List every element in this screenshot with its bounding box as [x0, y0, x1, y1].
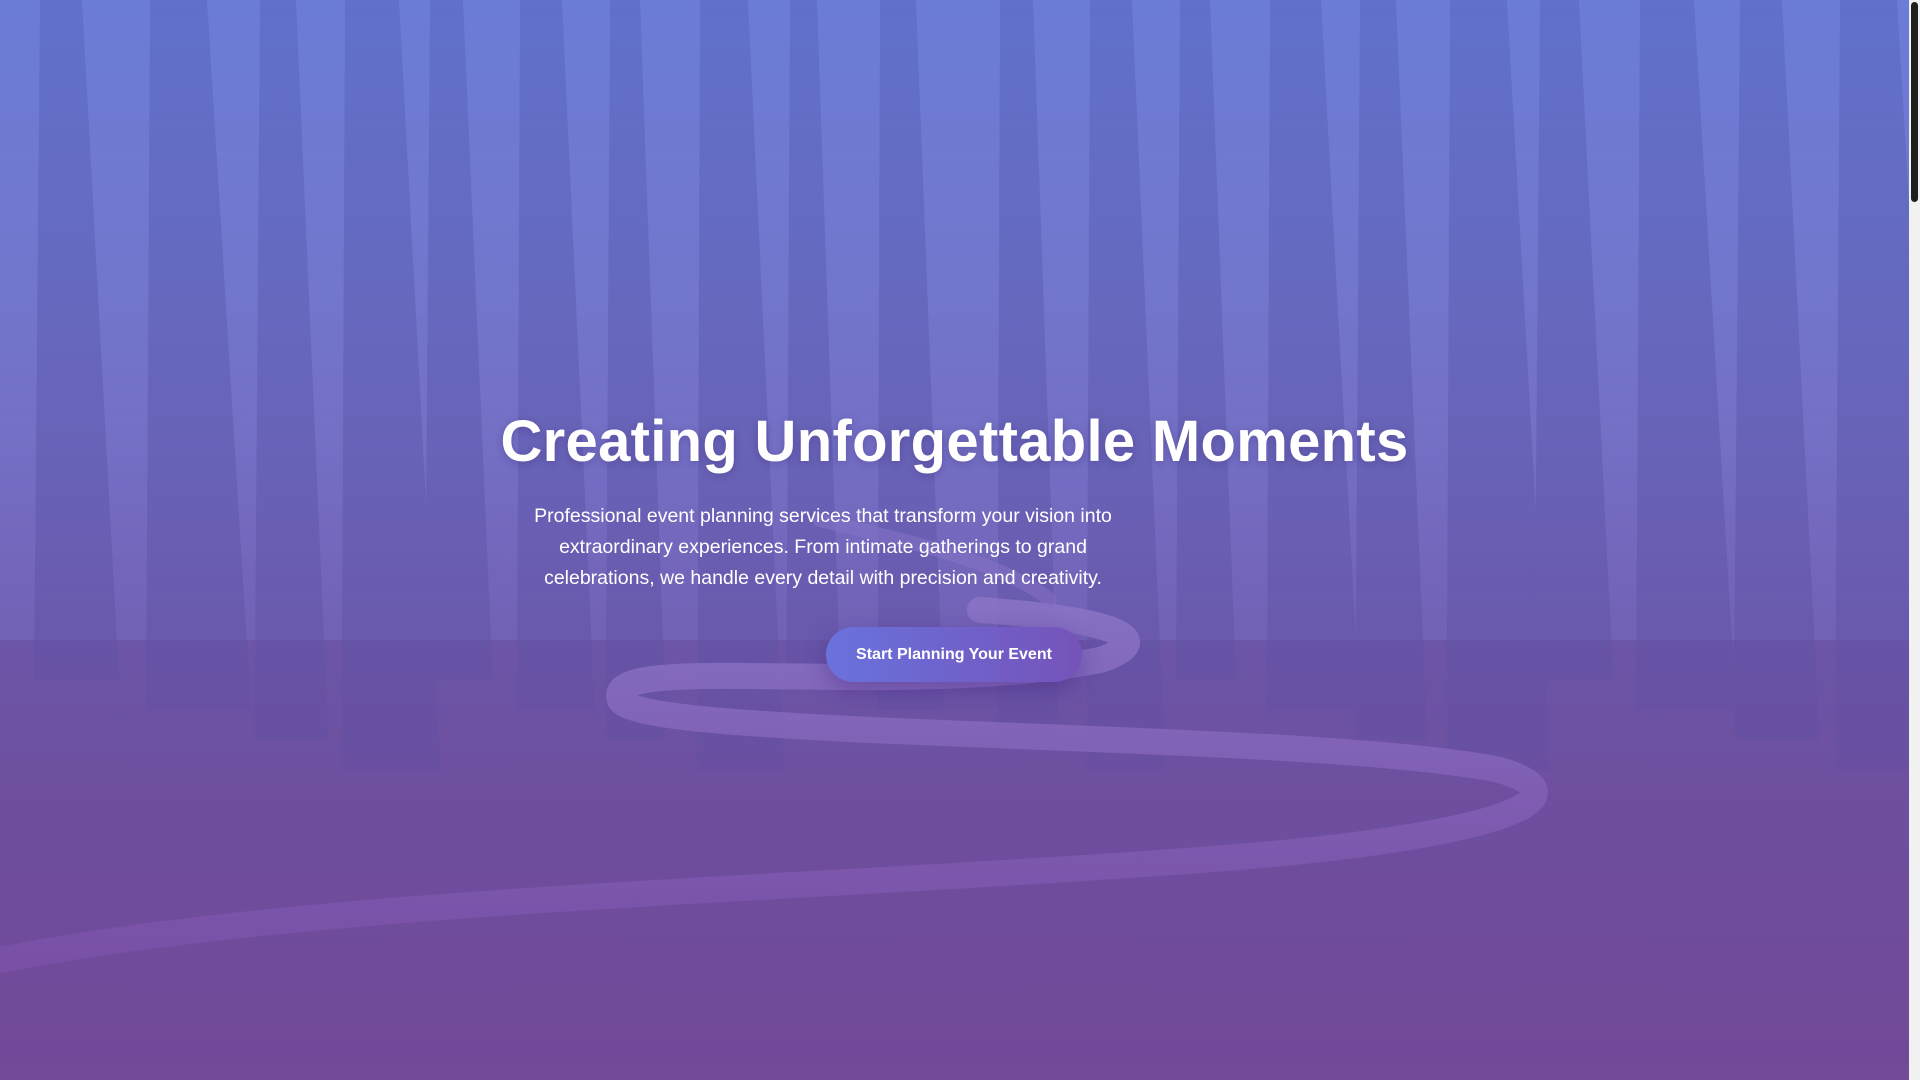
hero-subtitle: Professional event planning services tha…: [534, 505, 1112, 589]
hero-title: Creating Unforgettable Moments: [500, 409, 1409, 474]
page-scrollbar[interactable]: [1909, 0, 1920, 1080]
hero-content: Creating Unforgettable Moments Professio…: [0, 0, 1909, 1080]
hero-section: Creating Unforgettable Moments Professio…: [0, 0, 1909, 1080]
scrollbar-thumb[interactable]: [1911, 2, 1918, 202]
start-planning-button[interactable]: Start Planning Your Event: [826, 627, 1082, 682]
page-viewport: Creating Unforgettable Moments Professio…: [0, 0, 1920, 1080]
